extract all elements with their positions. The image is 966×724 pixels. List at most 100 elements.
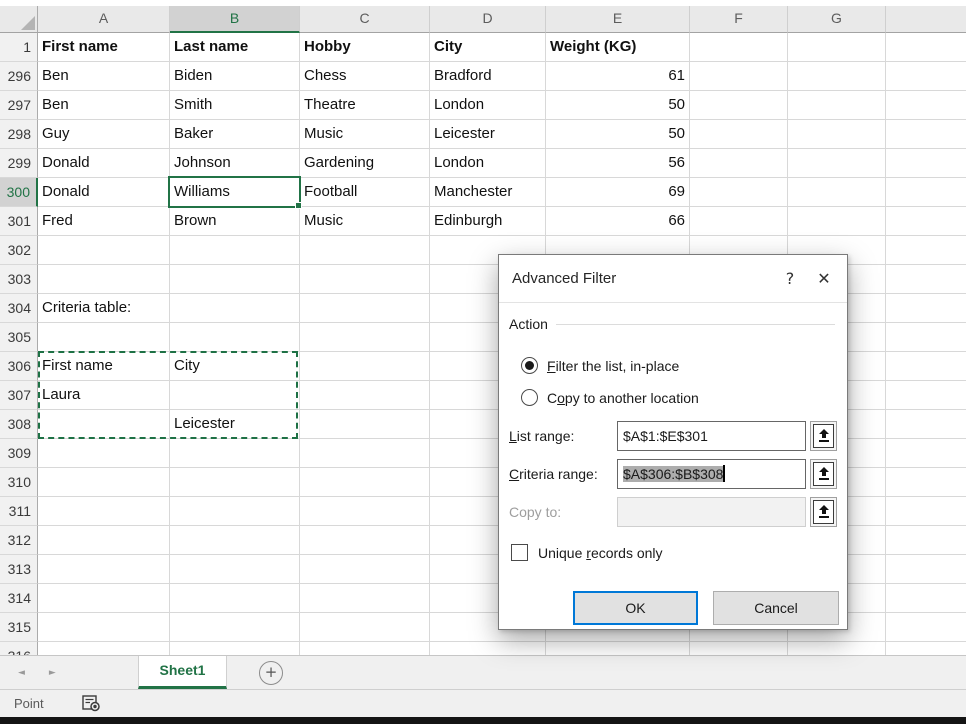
cell-E1[interactable]: Weight (KG) xyxy=(546,33,690,62)
cell-D298[interactable]: Leicester xyxy=(430,120,546,149)
cell-C307[interactable] xyxy=(300,381,430,410)
row-header-301[interactable]: 301 xyxy=(0,207,38,236)
cell-H309[interactable] xyxy=(886,439,966,468)
cell-H298[interactable] xyxy=(886,120,966,149)
cell-B311[interactable] xyxy=(170,497,300,526)
cell-A313[interactable] xyxy=(38,555,170,584)
cell-B302[interactable] xyxy=(170,236,300,265)
cell-G299[interactable] xyxy=(788,149,886,178)
cell-H305[interactable] xyxy=(886,323,966,352)
cell-C311[interactable] xyxy=(300,497,430,526)
cell-B301[interactable]: Brown xyxy=(170,207,300,236)
cell-H299[interactable] xyxy=(886,149,966,178)
cell-H301[interactable] xyxy=(886,207,966,236)
radio-filter-in-place[interactable]: Filter the list, in-place xyxy=(521,357,679,374)
cell-E300[interactable]: 69 xyxy=(546,178,690,207)
cell-H306[interactable] xyxy=(886,352,966,381)
cell-H310[interactable] xyxy=(886,468,966,497)
cell-C303[interactable] xyxy=(300,265,430,294)
close-icon[interactable]: ✕ xyxy=(807,269,841,288)
cell-A307[interactable]: Laura xyxy=(38,381,170,410)
cell-E298[interactable]: 50 xyxy=(546,120,690,149)
cell-D301[interactable]: Edinburgh xyxy=(430,207,546,236)
cell-C312[interactable] xyxy=(300,526,430,555)
cell-A300[interactable]: Donald xyxy=(38,178,170,207)
col-header-G[interactable]: G xyxy=(788,6,886,33)
cell-B315[interactable] xyxy=(170,613,300,642)
cell-C299[interactable]: Gardening xyxy=(300,149,430,178)
fill-handle[interactable] xyxy=(295,202,302,209)
cell-C296[interactable]: Chess xyxy=(300,62,430,91)
ok-button[interactable]: OK xyxy=(573,591,698,625)
cell-C316[interactable] xyxy=(300,642,430,655)
cell-A299[interactable]: Donald xyxy=(38,149,170,178)
cell-B297[interactable]: Smith xyxy=(170,91,300,120)
cell-H303[interactable] xyxy=(886,265,966,294)
row-header-300[interactable]: 300 xyxy=(0,178,38,207)
cell-F298[interactable] xyxy=(690,120,788,149)
cell-B305[interactable] xyxy=(170,323,300,352)
cell-A303[interactable] xyxy=(38,265,170,294)
row-header-1[interactable]: 1 xyxy=(0,33,38,62)
cell-A301[interactable]: Fred xyxy=(38,207,170,236)
cell-B314[interactable] xyxy=(170,584,300,613)
cell-C302[interactable] xyxy=(300,236,430,265)
cell-C304[interactable] xyxy=(300,294,430,323)
macro-record-icon[interactable] xyxy=(82,695,101,712)
cell-H1[interactable] xyxy=(886,33,966,62)
cell-A311[interactable] xyxy=(38,497,170,526)
cell-A304[interactable]: Criteria table: xyxy=(38,294,170,323)
row-header-311[interactable]: 311 xyxy=(0,497,38,526)
cell-A314[interactable] xyxy=(38,584,170,613)
cell-E316[interactable] xyxy=(546,642,690,655)
row-header-316[interactable]: 316 xyxy=(0,642,38,655)
cell-F297[interactable] xyxy=(690,91,788,120)
cell-G297[interactable] xyxy=(788,91,886,120)
cell-A308[interactable] xyxy=(38,410,170,439)
row-header-306[interactable]: 306 xyxy=(0,352,38,381)
cell-H296[interactable] xyxy=(886,62,966,91)
cell-B1[interactable]: Last name xyxy=(170,33,300,62)
cell-B316[interactable] xyxy=(170,642,300,655)
cell-B308[interactable]: Leicester xyxy=(170,410,300,439)
cancel-button[interactable]: Cancel xyxy=(713,591,839,625)
cell-D297[interactable]: London xyxy=(430,91,546,120)
col-header-A[interactable]: A xyxy=(38,6,170,33)
row-header-310[interactable]: 310 xyxy=(0,468,38,497)
cell-A309[interactable] xyxy=(38,439,170,468)
cell-C313[interactable] xyxy=(300,555,430,584)
cell-H312[interactable] xyxy=(886,526,966,555)
cell-B306[interactable]: City xyxy=(170,352,300,381)
cell-C306[interactable] xyxy=(300,352,430,381)
radio-copy-to-location[interactable]: Copy to another location xyxy=(521,389,699,406)
cell-D296[interactable]: Bradford xyxy=(430,62,546,91)
row-header-299[interactable]: 299 xyxy=(0,149,38,178)
cell-H314[interactable] xyxy=(886,584,966,613)
cell-G1[interactable] xyxy=(788,33,886,62)
cell-A297[interactable]: Ben xyxy=(38,91,170,120)
help-icon[interactable]: ? xyxy=(773,269,807,288)
cell-E301[interactable]: 66 xyxy=(546,207,690,236)
cell-A316[interactable] xyxy=(38,642,170,655)
cell-G298[interactable] xyxy=(788,120,886,149)
cell-H313[interactable] xyxy=(886,555,966,584)
cell-C309[interactable] xyxy=(300,439,430,468)
cell-G300[interactable] xyxy=(788,178,886,207)
col-header-D[interactable]: D xyxy=(430,6,546,33)
cell-C301[interactable]: Music xyxy=(300,207,430,236)
criteria-range-collapse-button[interactable] xyxy=(810,459,837,489)
cell-A305[interactable] xyxy=(38,323,170,352)
cell-H297[interactable] xyxy=(886,91,966,120)
row-header-297[interactable]: 297 xyxy=(0,91,38,120)
cell-B304[interactable] xyxy=(170,294,300,323)
list-range-collapse-button[interactable] xyxy=(810,421,837,451)
cell-B309[interactable] xyxy=(170,439,300,468)
cell-A302[interactable] xyxy=(38,236,170,265)
cell-F296[interactable] xyxy=(690,62,788,91)
cell-H302[interactable] xyxy=(886,236,966,265)
cell-B303[interactable] xyxy=(170,265,300,294)
row-header-296[interactable]: 296 xyxy=(0,62,38,91)
cell-H316[interactable] xyxy=(886,642,966,655)
cell-D300[interactable]: Manchester xyxy=(430,178,546,207)
cell-B298[interactable]: Baker xyxy=(170,120,300,149)
